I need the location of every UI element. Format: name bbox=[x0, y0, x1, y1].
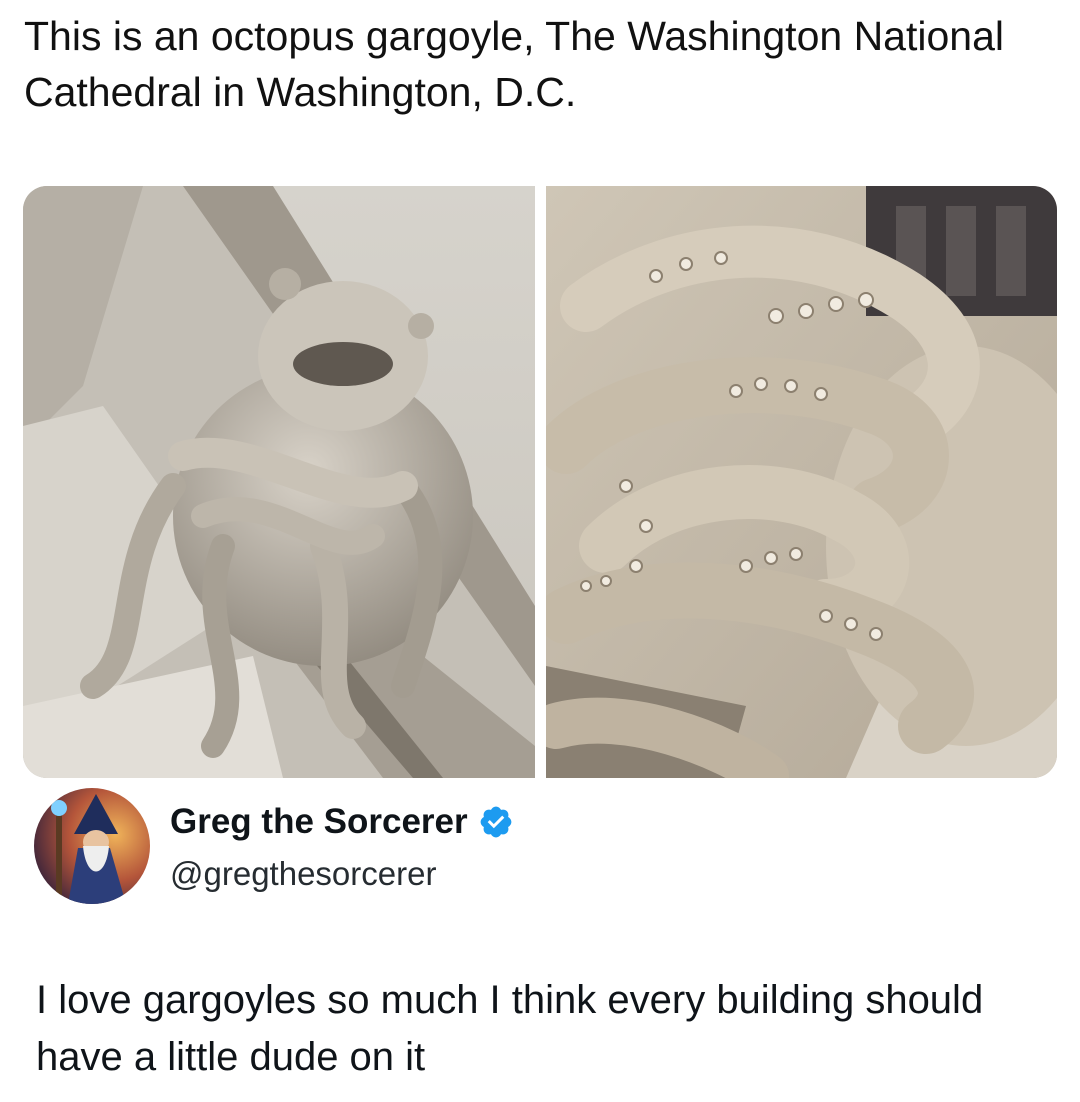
user-handle[interactable]: @gregthesorcerer bbox=[170, 852, 436, 896]
octopus-gargoyle-closeup-image bbox=[546, 186, 1057, 778]
post-caption: This is an octopus gargoyle, The Washing… bbox=[24, 13, 1004, 115]
tweet-author: Greg the Sorcerer @gregthesorcerer bbox=[34, 788, 734, 906]
wizard-avatar-icon bbox=[34, 788, 150, 904]
display-name-row[interactable]: Greg the Sorcerer bbox=[170, 798, 514, 846]
media-grid bbox=[23, 186, 1057, 778]
display-name[interactable]: Greg the Sorcerer bbox=[170, 798, 468, 846]
verified-badge-icon bbox=[480, 806, 511, 838]
avatar[interactable] bbox=[34, 788, 150, 904]
tweet-text: I love gargoyles so much I think every b… bbox=[36, 978, 984, 1079]
octopus-gargoyle-image bbox=[23, 186, 535, 778]
gargoyle-photo-full[interactable] bbox=[23, 186, 535, 778]
gargoyle-photo-closeup[interactable] bbox=[546, 186, 1057, 778]
